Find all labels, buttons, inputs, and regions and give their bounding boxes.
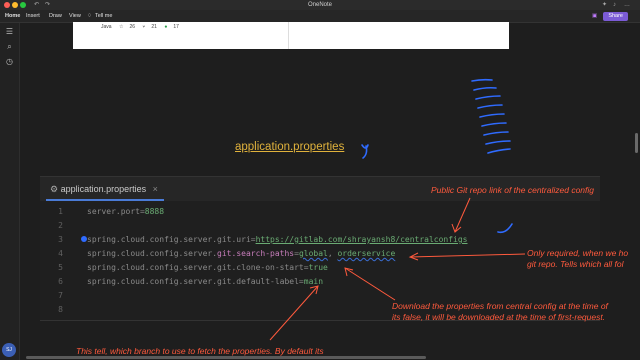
editor-tab-label: application.properties (60, 184, 147, 194)
code-token: main (303, 277, 324, 286)
line-number: 2 (58, 221, 63, 230)
code-line: 4 spring.cloud.config.server.git.search-p… (40, 247, 600, 261)
menu-view[interactable]: View (69, 10, 81, 22)
note-search-paths-line1: Only required, when we ho (527, 248, 629, 258)
active-tab-indicator (46, 199, 164, 201)
watch-icon: ● (164, 24, 168, 30)
horizontal-scrollbar[interactable] (26, 356, 426, 359)
recent-icon[interactable]: ◷ (5, 57, 14, 66)
code-editor-screenshot: ⚙ application.properties × 1 server.port=… (40, 176, 600, 321)
page-heading: application.properties (235, 141, 345, 153)
repo-language: Java (101, 24, 112, 30)
line-number: 5 (58, 263, 63, 272)
tell-me-search[interactable]: Tell me (95, 10, 112, 22)
code-line: 6 spring.cloud.config.server.git.default-… (40, 275, 600, 289)
editor-tab[interactable]: ⚙ application.properties × (50, 182, 158, 196)
code-line: 3 spring.cloud.config.server.git.uri=http… (40, 233, 600, 247)
line-number: 6 (58, 277, 63, 286)
close-tab-icon[interactable]: × (153, 184, 158, 194)
fork-icon: ⑂ (142, 24, 146, 30)
note-clone-on-start-line1: Download the properties from central con… (392, 301, 608, 311)
lightbulb-icon: ♢ (87, 13, 92, 19)
ink-scribble-strokes (471, 78, 511, 154)
notebooks-icon[interactable]: ☰ (5, 27, 14, 36)
code-token: 8888 (144, 207, 165, 216)
repo-card-image: Java ☆ 26 ⑂ 21 ● 17 (73, 22, 509, 49)
title-bar: ↶ ↷ OneNote ✦ ♪ … (0, 0, 640, 10)
menu-insert[interactable]: Insert (26, 10, 40, 22)
search-icon[interactable]: ⌕ (5, 42, 14, 51)
avatar[interactable]: SJ (2, 343, 16, 357)
repo-watchers: 17 (173, 24, 179, 30)
code-line: 2 (40, 219, 600, 233)
ink-mark-heading (361, 144, 369, 159)
code-text: spring.cloud.config.server.git.search-pa… (87, 247, 395, 261)
code-token: spring.cloud.config.server. (87, 249, 218, 258)
vertical-scrollbar[interactable] (635, 133, 638, 153)
code-token: spring.cloud.config.server.git.clone-on-… (87, 263, 309, 272)
repo-meta: Java ☆ 26 ⑂ 21 ● 17 (101, 24, 185, 30)
share-button[interactable]: Share (603, 11, 628, 21)
code-token: server.port= (87, 207, 145, 216)
line-number: 4 (58, 249, 63, 258)
code-token: orderservice (337, 249, 396, 258)
gear-icon: ⚙ (50, 184, 59, 194)
window-title: OneNote (307, 2, 332, 8)
code-text: spring.cloud.config.server.git.uri=https… (87, 233, 468, 247)
repo-forks: 21 (151, 24, 157, 30)
card-divider (288, 22, 289, 49)
code-token: spring.cloud.config.server.git.uri= (87, 235, 256, 244)
repo-stars: 26 (129, 24, 135, 30)
code-token: https://gitlab.com/shrayansh8/centralcon… (255, 235, 468, 244)
bell-icon[interactable]: ♪ (613, 1, 616, 9)
more-icon[interactable]: … (624, 1, 630, 9)
code-line: 5 spring.cloud.config.server.git.clone-on… (40, 261, 600, 275)
code-token: true (308, 263, 328, 272)
menu-home[interactable]: Home (5, 10, 20, 22)
star-icon: ☆ (118, 24, 124, 30)
line-number: 1 (58, 207, 63, 216)
code-token: git.search-paths (217, 249, 295, 258)
line-number: 3 (58, 235, 63, 244)
note-clone-on-start-line2: its false, it will be downloaded at the … (392, 312, 606, 322)
line-number: 8 (58, 305, 63, 314)
code-token: global (298, 249, 328, 258)
note-search-paths-line2: git repo. Tells which all fol (527, 259, 624, 269)
line-number: 7 (58, 291, 63, 300)
code-line: 1 server.port=8888 (40, 205, 600, 219)
lightbulb-icon[interactable]: ✦ (602, 1, 607, 9)
code-text: spring.cloud.config.server.git.clone-on-… (87, 261, 328, 275)
sidebar: ☰ ⌕ ◷ SJ (0, 23, 20, 360)
code-token: spring.cloud.config.server.git.default-l… (87, 277, 304, 286)
code-text: server.port=8888 (87, 205, 164, 219)
note-git-repo: Public Git repo link of the centralized … (431, 185, 595, 195)
notebook-icon[interactable]: ▣ (592, 10, 597, 22)
code-text: spring.cloud.config.server.git.default-l… (87, 275, 323, 289)
menu-draw[interactable]: Draw (49, 10, 62, 22)
